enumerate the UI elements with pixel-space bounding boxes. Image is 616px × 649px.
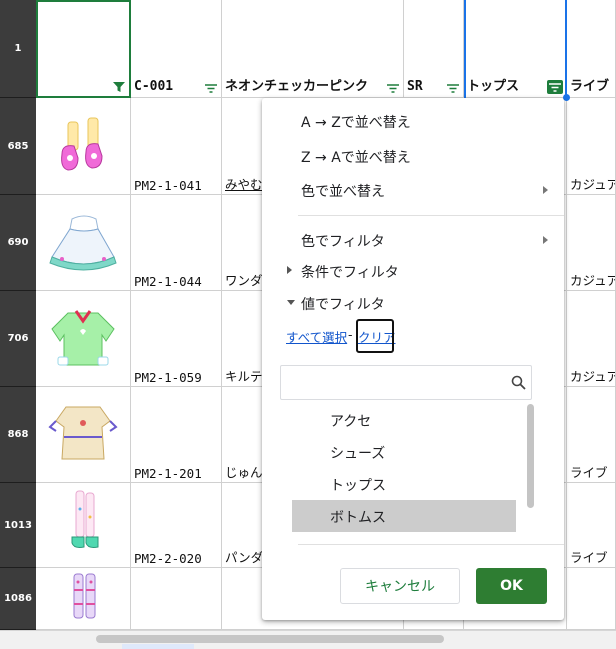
row-header[interactable]: 1 (0, 0, 36, 98)
value-option[interactable]: アクセ (292, 404, 516, 436)
item-name: パンダ (225, 550, 264, 565)
code-cell[interactable]: PM2-1-201 (131, 387, 222, 483)
item-name: みやむ (225, 177, 263, 192)
filter-icon[interactable] (204, 82, 218, 94)
submenu-arrow-icon (543, 236, 548, 244)
image-cell[interactable] (36, 568, 131, 630)
cancel-button[interactable]: キャンセル (340, 568, 460, 604)
value-label: トップス (330, 478, 386, 494)
item-image-socks (73, 573, 96, 619)
category-cell[interactable]: カジュア (567, 291, 616, 387)
filter-by-condition-item[interactable]: 条件でフィルタ (301, 262, 399, 282)
code-cell[interactable]: PM2-2-020 (131, 483, 222, 568)
value-search-box[interactable] (280, 365, 532, 400)
header-label: C-001 (134, 79, 174, 94)
collapse-triangle-icon[interactable] (287, 300, 295, 305)
header-label: SR (407, 79, 423, 94)
category-cell[interactable]: カジュア (567, 98, 616, 195)
value-option[interactable]: トップス (292, 468, 516, 500)
filter-by-color-item[interactable]: 色でフィルタ (301, 231, 385, 251)
header-cell-rarity[interactable]: SR (404, 0, 464, 98)
row-header[interactable]: 706 (0, 291, 36, 387)
code-cell[interactable]: PM2-1-041 (131, 98, 222, 195)
select-all-link[interactable]: すべて選択 (286, 327, 347, 346)
image-cell[interactable] (36, 483, 131, 568)
row-header[interactable]: 1086 (0, 568, 36, 630)
sort-by-color-item[interactable]: 色で並べ替え (301, 181, 551, 201)
ok-button[interactable]: OK (476, 568, 547, 604)
sort-a-to-z-item[interactable]: A → Zで並べ替え (301, 112, 411, 132)
item-category: カジュア (570, 369, 616, 384)
link-separator: - (348, 327, 353, 342)
row-header[interactable]: 1013 (0, 483, 36, 568)
code-cell[interactable]: PM2-1-044 (131, 195, 222, 291)
category-cell[interactable]: ライブ (567, 387, 616, 483)
filter-icon[interactable] (386, 82, 400, 94)
horizontal-scrollbar[interactable] (0, 630, 616, 649)
focus-outline (356, 319, 394, 353)
image-cell[interactable] (36, 98, 131, 195)
menu-separator (298, 544, 564, 545)
value-list-scrollbar[interactable] (527, 404, 534, 508)
item-code: PM2-1-044 (134, 274, 202, 289)
code-cell[interactable]: PM2-1-059 (131, 291, 222, 387)
image-cell[interactable] (36, 195, 131, 291)
filter-icon[interactable] (112, 81, 126, 93)
value-label: シューズ (330, 446, 386, 462)
selection-handle[interactable] (563, 94, 570, 101)
header-cell-image[interactable] (36, 0, 131, 98)
item-name: じゅん (225, 465, 263, 480)
header-cell-type[interactable]: トップス (464, 0, 567, 98)
item-image-skirt (49, 215, 117, 271)
image-cell[interactable] (36, 291, 131, 387)
category-cell[interactable] (567, 568, 616, 630)
value-list: アクセ シューズ トップス ボトムス (292, 404, 516, 534)
item-name: キルテ (225, 369, 263, 384)
value-option[interactable]: シューズ (292, 436, 516, 468)
item-image-shoes (61, 117, 103, 171)
filter-dropdown-menu: A → Zで並べ替え Z → Aで並べ替え 色で並べ替え 色でフィルタ 条件でフ… (262, 98, 564, 620)
category-cell[interactable]: ライブ (567, 483, 616, 568)
value-label: ボトムス (330, 510, 386, 526)
item-code: PM2-1-059 (134, 370, 202, 385)
category-cell[interactable]: カジュア (567, 195, 616, 291)
sort-z-to-a-item[interactable]: Z → Aで並べ替え (301, 147, 411, 167)
header-cell-code[interactable]: C-001 (131, 0, 222, 98)
expand-triangle-icon[interactable] (287, 266, 292, 274)
row-header[interactable]: 868 (0, 387, 36, 483)
filter-icon[interactable] (446, 82, 460, 94)
header-label: ライブ (570, 79, 610, 94)
header-cell-name[interactable]: ネオンチェッカーピンク (222, 0, 404, 98)
item-category: カジュア (570, 177, 616, 192)
header-label: ネオンチェッカーピンク (225, 79, 369, 94)
value-option-highlighted[interactable]: ボトムス (292, 500, 516, 532)
item-image-boots (71, 490, 99, 548)
row-header[interactable]: 685 (0, 98, 36, 195)
menu-item-label: 色で並べ替え (301, 184, 385, 200)
value-search-input[interactable] (287, 366, 507, 399)
submenu-arrow-icon (543, 186, 548, 194)
item-category: カジュア (570, 273, 616, 288)
filter-active-icon[interactable] (547, 80, 563, 94)
header-cell-category[interactable]: ライブ (567, 0, 616, 98)
item-image-top (51, 310, 115, 366)
header-label: トップス (467, 79, 520, 94)
value-label: アクセ (330, 414, 372, 430)
sheet-tab-indicator (122, 644, 194, 649)
filter-by-values-item[interactable]: 値でフィルタ (301, 294, 385, 314)
scrollbar-thumb[interactable] (96, 635, 444, 643)
item-code: PM2-2-020 (134, 551, 202, 566)
row-header[interactable]: 690 (0, 195, 36, 291)
menu-item-label: 色でフィルタ (301, 234, 385, 250)
item-code: PM2-1-041 (134, 178, 202, 193)
menu-separator (298, 215, 564, 216)
image-cell[interactable] (36, 387, 131, 483)
item-code: PM2-1-201 (134, 466, 202, 481)
code-cell[interactable] (131, 568, 222, 630)
search-icon[interactable] (511, 375, 526, 390)
item-category: ライブ (570, 465, 608, 480)
item-name: ワンダ (225, 273, 263, 288)
item-image-dress (48, 406, 118, 460)
item-category: ライブ (570, 550, 608, 565)
